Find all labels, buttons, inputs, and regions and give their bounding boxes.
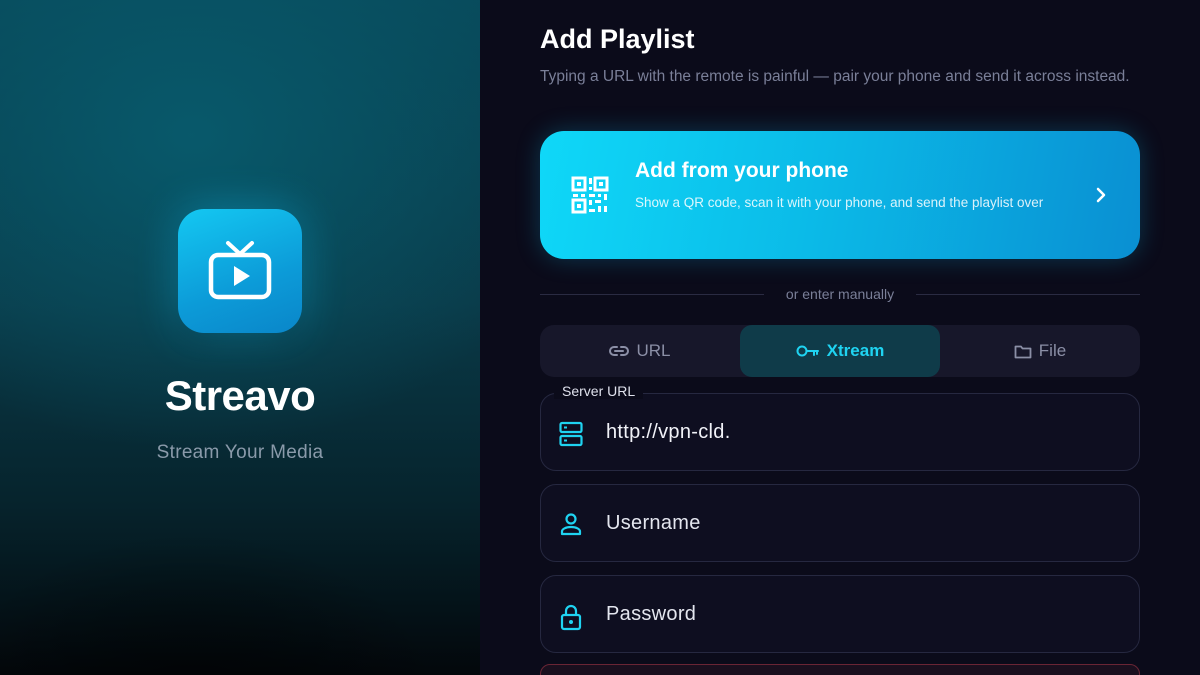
tv-play-icon xyxy=(208,241,272,300)
chevron-right-icon xyxy=(1096,187,1106,203)
server-url-field[interactable]: http://vpn-cld. xyxy=(540,393,1140,471)
tab-xtream-label: Xtream xyxy=(826,341,885,360)
link-icon xyxy=(609,346,630,356)
folder-icon xyxy=(1014,345,1032,358)
tab-url-label: URL xyxy=(636,341,671,360)
divider-right xyxy=(916,294,1140,295)
tab-url[interactable]: URL xyxy=(540,325,740,377)
username-input[interactable]: Username xyxy=(606,512,701,535)
add-from-phone-button[interactable]: Add from your phone Show a QR code, scan… xyxy=(540,131,1140,259)
page-title: Add Playlist xyxy=(540,24,695,54)
user-icon xyxy=(560,513,582,536)
server-icon xyxy=(559,421,583,447)
key-icon xyxy=(796,345,819,357)
divider-left xyxy=(540,294,764,295)
page-subtitle: Typing a URL with the remote is painful … xyxy=(540,68,1130,85)
app-logo xyxy=(178,209,302,333)
username-field[interactable]: Username xyxy=(540,484,1140,562)
tab-file-label: File xyxy=(1038,341,1067,360)
brand-panel: Streavo Stream Your Media xyxy=(0,0,480,675)
server-url-input[interactable]: http://vpn-cld. xyxy=(606,421,731,444)
add-playlist-panel: Add Playlist Typing a URL with the remot… xyxy=(480,0,1200,675)
lock-icon xyxy=(560,604,582,631)
password-field[interactable]: Password xyxy=(540,575,1140,653)
app-tagline: Stream Your Media xyxy=(156,442,324,463)
server-url-label: Server URL xyxy=(554,383,644,399)
divider-text: or enter manually xyxy=(785,286,895,302)
password-input[interactable]: Password xyxy=(606,603,696,626)
qr-code-icon xyxy=(571,176,609,214)
phone-card-description: Show a QR code, scan it with your phone,… xyxy=(635,195,1044,210)
error-message-box xyxy=(540,664,1140,675)
tab-xtream[interactable]: Xtream xyxy=(740,325,940,377)
input-method-tabs: URL Xtream File xyxy=(540,325,1140,377)
tab-file[interactable]: File xyxy=(940,325,1140,377)
phone-card-title: Add from your phone xyxy=(635,159,849,182)
app-name: Streavo xyxy=(164,372,316,419)
